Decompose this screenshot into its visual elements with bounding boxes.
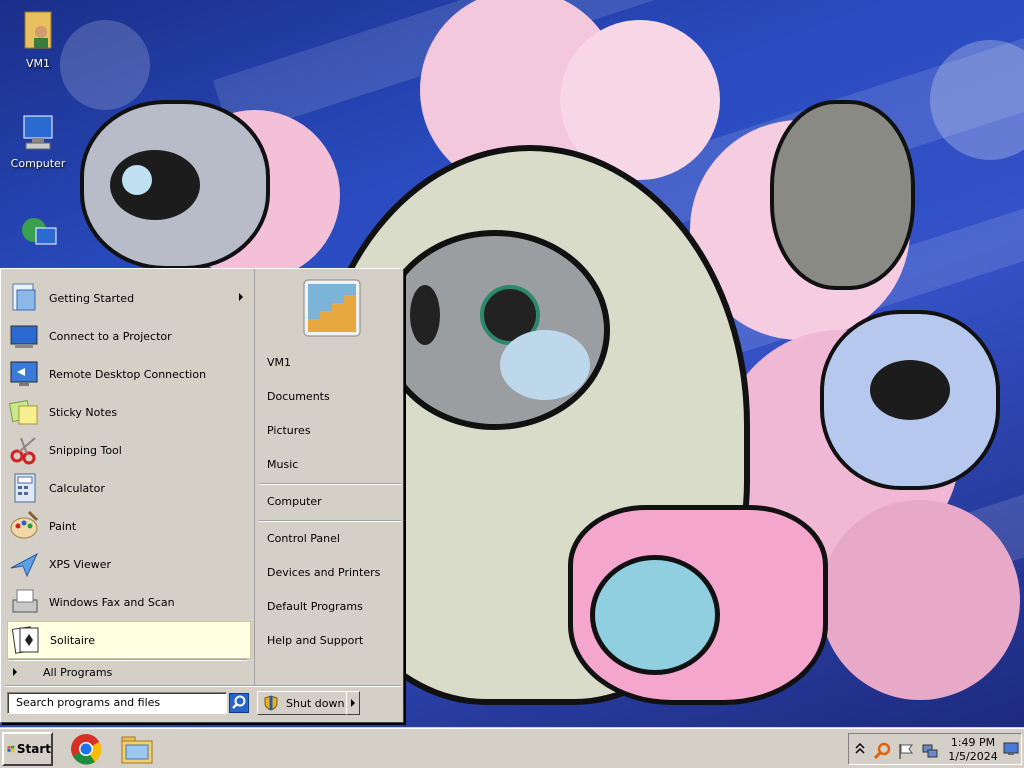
right-item-default-programs[interactable]: Default Programs [267, 597, 363, 617]
submenu-arrow-icon [239, 293, 243, 301]
taskbar: Start 1:49 PM 1/5/2024 [0, 728, 1024, 768]
shutdown-options-arrow[interactable] [346, 691, 360, 715]
start-menu: Getting Started Connect to a Projector R… [0, 268, 404, 723]
desktop-icon-network[interactable] [6, 212, 70, 259]
program-label: Getting Started [49, 291, 135, 305]
xps-viewer-icon [10, 552, 39, 578]
desktop-icon-label: Computer [10, 157, 66, 170]
program-fax-scan[interactable]: Windows Fax and Scan [7, 583, 251, 621]
menu-separator [5, 685, 401, 687]
program-label: Remote Desktop Connection [49, 367, 207, 381]
desktop-icon-vm1[interactable]: VM1 [6, 8, 70, 70]
program-label: Snipping Tool [49, 443, 122, 457]
program-label: Calculator [49, 481, 105, 495]
flag-icon[interactable] [897, 742, 915, 760]
shutdown-label: Shut down [286, 696, 345, 710]
program-connect-projector[interactable]: Connect to a Projector [7, 317, 251, 355]
program-solitaire[interactable]: Solitaire [7, 621, 251, 659]
chevron-up-icon[interactable] [855, 742, 865, 756]
clock[interactable]: 1:49 PM 1/5/2024 [947, 736, 999, 764]
notification-area: 1:49 PM 1/5/2024 [848, 733, 1022, 765]
program-label: XPS Viewer [49, 557, 112, 571]
desktop-icon-computer[interactable]: Computer [6, 112, 70, 170]
network-tray-icon[interactable] [921, 742, 939, 760]
playing-cards-icon [11, 626, 39, 654]
program-label: Sticky Notes [49, 405, 118, 419]
folder-icon[interactable] [120, 733, 154, 765]
sticky-notes-icon [9, 399, 38, 425]
computer-icon [23, 115, 53, 150]
scissors-icon [10, 437, 36, 465]
getting-started-icon [12, 283, 36, 311]
koala-character-illustration [770, 100, 915, 290]
program-label: Windows Fax and Scan [49, 595, 175, 609]
stairs-picture-icon[interactable] [303, 279, 361, 337]
show-desktop-icon[interactable] [1003, 742, 1019, 756]
projector-icon [10, 325, 38, 348]
windows-logo-icon [7, 745, 15, 753]
menu-separator [259, 483, 401, 485]
program-getting-started[interactable]: Getting Started [7, 279, 251, 317]
all-programs-button[interactable]: All Programs [5, 661, 251, 683]
right-item-computer[interactable]: Computer [267, 492, 322, 512]
search-magnifier-icon[interactable] [873, 742, 891, 760]
search-button[interactable] [229, 693, 249, 713]
program-sticky-notes[interactable]: Sticky Notes [7, 393, 251, 431]
right-item-help-support[interactable]: Help and Support [267, 631, 363, 651]
remote-desktop-icon [10, 361, 38, 386]
program-paint[interactable]: Paint [7, 507, 251, 545]
program-snipping-tool[interactable]: Snipping Tool [7, 431, 251, 469]
chrome-icon[interactable] [70, 733, 102, 765]
right-item-control-panel[interactable]: Control Panel [267, 529, 340, 549]
fax-icon [12, 589, 38, 613]
all-programs-label: All Programs [43, 665, 113, 679]
right-item-devices-printers[interactable]: Devices and Printers [267, 563, 380, 583]
program-label: Connect to a Projector [49, 329, 172, 343]
right-item-user[interactable]: VM1 [267, 353, 291, 373]
menu-separator [259, 520, 401, 522]
calculator-icon [14, 473, 36, 503]
user-folder-icon [24, 11, 52, 49]
program-xps-viewer[interactable]: XPS Viewer [7, 545, 251, 583]
network-icon [22, 218, 57, 245]
clock-time: 1:49 PM [950, 736, 996, 749]
program-remote-desktop[interactable]: Remote Desktop Connection [7, 355, 251, 393]
shield-icon [264, 695, 278, 711]
expand-arrow-icon [13, 668, 17, 676]
program-label: Paint [49, 519, 77, 533]
right-item-music[interactable]: Music [267, 455, 298, 475]
right-item-documents[interactable]: Documents [267, 387, 330, 407]
program-label: Solitaire [50, 633, 95, 647]
search-placeholder: Search programs and files [16, 696, 161, 709]
start-label: Start [16, 742, 51, 756]
start-menu-places-pane: VM1 Documents Pictures Music Computer Co… [254, 269, 404, 687]
search-programs-input[interactable]: Search programs and files [7, 692, 227, 714]
search-icon [232, 695, 246, 709]
start-button[interactable]: Start [2, 732, 53, 766]
shutdown-button[interactable]: Shut down [257, 691, 347, 715]
program-calculator[interactable]: Calculator [7, 469, 251, 507]
desktop-icon-label: VM1 [25, 57, 50, 70]
paint-palette-icon [10, 510, 39, 539]
start-menu-programs-pane: Getting Started Connect to a Projector R… [5, 273, 251, 683]
clock-date: 1/5/2024 [948, 750, 998, 763]
right-item-pictures[interactable]: Pictures [267, 421, 311, 441]
